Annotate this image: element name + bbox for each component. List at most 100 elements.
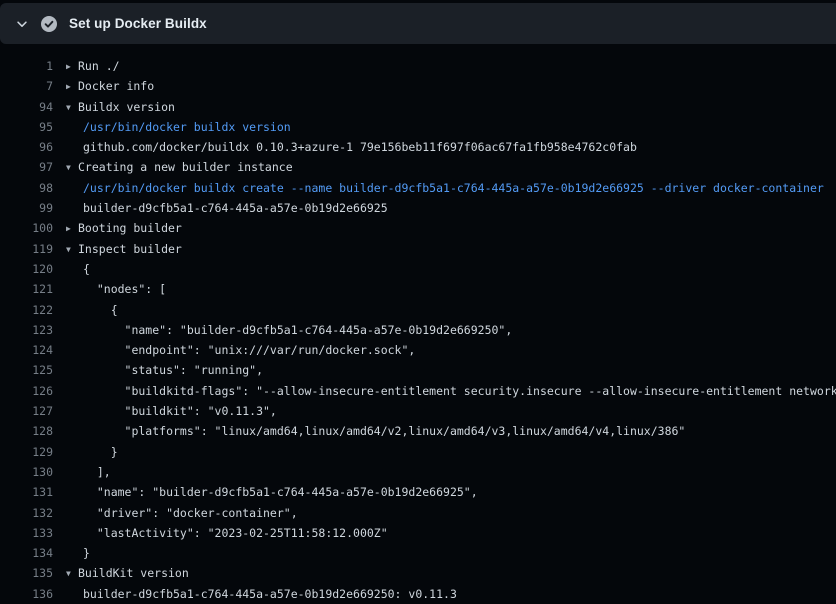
log-group-header[interactable]: ▼BuildKit version [66, 563, 189, 583]
line-number[interactable]: 7 [0, 76, 53, 96]
log-line: 130 ], [0, 462, 836, 482]
command-text: /usr/bin/docker buildx create --name bui… [83, 178, 824, 198]
log-line: 132 "driver": "docker-container", [0, 503, 836, 523]
log-group-header[interactable]: ▼Creating a new builder instance [66, 157, 293, 177]
log-line: 120 { [0, 259, 836, 279]
log-line: 133 "lastActivity": "2023-02-25T11:58:12… [0, 523, 836, 543]
line-number[interactable]: 119 [0, 239, 53, 259]
output-text: "endpoint": "unix:///var/run/docker.sock… [83, 340, 415, 360]
triangle-expanded-icon: ▼ [66, 564, 78, 583]
log-line: 121 "nodes": [ [0, 279, 836, 299]
line-number[interactable]: 128 [0, 421, 53, 441]
group-title: BuildKit version [78, 566, 189, 580]
output-text: "buildkit": "v0.11.3", [83, 401, 277, 421]
log-line: 94 ▼Buildx version [0, 97, 836, 117]
group-title: Run ./ [78, 59, 120, 73]
check-circle-icon [41, 16, 57, 32]
log-group-header[interactable]: ▼Buildx version [66, 97, 175, 117]
log-line: 134} [0, 543, 836, 563]
triangle-collapsed-icon: ▶ [66, 77, 78, 96]
log-group-header[interactable]: ▶Booting builder [66, 218, 182, 238]
log-line: 96 github.com/docker/buildx 0.10.3+azure-… [0, 137, 836, 157]
output-text: "nodes": [ [83, 279, 166, 299]
line-number[interactable]: 97 [0, 157, 53, 177]
line-number[interactable]: 94 [0, 97, 53, 117]
actions-log-viewer: Set up Docker Buildx 1▶Run ./7▶Docker in… [0, 0, 836, 604]
line-number[interactable]: 134 [0, 543, 53, 563]
log-line: 123 "name": "builder-d9cfb5a1-c764-445a-… [0, 320, 836, 340]
log-line: 131 "name": "builder-d9cfb5a1-c764-445a-… [0, 482, 836, 502]
log-line: 122 { [0, 300, 836, 320]
chevron-down-icon [15, 17, 29, 31]
output-text: "buildkitd-flags": "--allow-insecure-ent… [83, 381, 836, 401]
triangle-expanded-icon: ▼ [66, 158, 78, 177]
line-number[interactable]: 124 [0, 340, 53, 360]
step-title: Set up Docker Buildx [69, 16, 207, 31]
line-number[interactable]: 100 [0, 218, 53, 238]
command-text: /usr/bin/docker buildx version [83, 117, 291, 137]
log-group-header[interactable]: ▼Inspect builder [66, 239, 182, 259]
line-number[interactable]: 129 [0, 442, 53, 462]
output-text: ], [83, 462, 111, 482]
log-group-header[interactable]: ▶Run ./ [66, 56, 120, 76]
output-text: "platforms": "linux/amd64,linux/amd64/v2… [83, 421, 685, 441]
line-number[interactable]: 98 [0, 178, 53, 198]
line-number[interactable]: 96 [0, 137, 53, 157]
group-title: Booting builder [78, 221, 182, 235]
output-text: { [83, 259, 90, 279]
line-number[interactable]: 136 [0, 584, 53, 604]
output-text: "status": "running", [83, 360, 263, 380]
log-line: 119 ▼Inspect builder [0, 239, 836, 259]
output-text: } [83, 543, 90, 563]
line-number[interactable]: 125 [0, 360, 53, 380]
log-line: 124 "endpoint": "unix:///var/run/docker.… [0, 340, 836, 360]
line-number[interactable]: 99 [0, 198, 53, 218]
triangle-collapsed-icon: ▶ [66, 57, 78, 76]
line-number[interactable]: 121 [0, 279, 53, 299]
log-line: 128 "platforms": "linux/amd64,linux/amd6… [0, 421, 836, 441]
output-text: "name": "builder-d9cfb5a1-c764-445a-a57e… [83, 320, 512, 340]
line-number[interactable]: 122 [0, 300, 53, 320]
group-title: Creating a new builder instance [78, 160, 293, 174]
log-line: 1 ▶Run ./ [0, 56, 836, 76]
line-number[interactable]: 133 [0, 523, 53, 543]
triangle-collapsed-icon: ▶ [66, 219, 78, 238]
log-group-header[interactable]: ▶Docker info [66, 76, 154, 96]
log-line: 95/usr/bin/docker buildx version [0, 117, 836, 137]
group-title: Buildx version [78, 100, 175, 114]
triangle-expanded-icon: ▼ [66, 240, 78, 259]
line-number[interactable]: 123 [0, 320, 53, 340]
line-number[interactable]: 132 [0, 503, 53, 523]
step-header[interactable]: Set up Docker Buildx [0, 3, 836, 44]
log-line: 129 } [0, 442, 836, 462]
output-text: builder-d9cfb5a1-c764-445a-a57e-0b19d2e6… [83, 198, 388, 218]
log-line: 98/usr/bin/docker buildx create --name b… [0, 178, 836, 198]
log-line: 97 ▼Creating a new builder instance [0, 157, 836, 177]
triangle-expanded-icon: ▼ [66, 98, 78, 117]
log-line: 7 ▶Docker info [0, 76, 836, 96]
log-line: 136 builder-d9cfb5a1-c764-445a-a57e-0b19d… [0, 584, 836, 604]
output-text: builder-d9cfb5a1-c764-445a-a57e-0b19d2e6… [83, 584, 457, 604]
line-number[interactable]: 127 [0, 401, 53, 421]
log-line: 99 builder-d9cfb5a1-c764-445a-a57e-0b19d2… [0, 198, 836, 218]
output-text: "name": "builder-d9cfb5a1-c764-445a-a57e… [83, 482, 478, 502]
output-text: { [83, 300, 118, 320]
line-number[interactable]: 95 [0, 117, 53, 137]
line-number[interactable]: 126 [0, 381, 53, 401]
output-text: github.com/docker/buildx 0.10.3+azure-1 … [83, 137, 637, 157]
log-line: 135 ▼BuildKit version [0, 563, 836, 583]
output-text: "driver": "docker-container", [83, 503, 298, 523]
line-number[interactable]: 131 [0, 482, 53, 502]
group-title: Inspect builder [78, 242, 182, 256]
line-number[interactable]: 130 [0, 462, 53, 482]
output-text: "lastActivity": "2023-02-25T11:58:12.000… [83, 523, 388, 543]
log-lines: 1▶Run ./7▶Docker info94▼Buildx version95… [0, 44, 836, 604]
line-number[interactable]: 120 [0, 259, 53, 279]
log-line: 126 "buildkitd-flags": "--allow-insecure… [0, 381, 836, 401]
line-number[interactable]: 135 [0, 563, 53, 583]
group-title: Docker info [78, 79, 154, 93]
output-text: } [83, 442, 118, 462]
log-line: 127 "buildkit": "v0.11.3", [0, 401, 836, 421]
line-number[interactable]: 1 [0, 56, 53, 76]
log-line: 100 ▶Booting builder [0, 218, 836, 238]
